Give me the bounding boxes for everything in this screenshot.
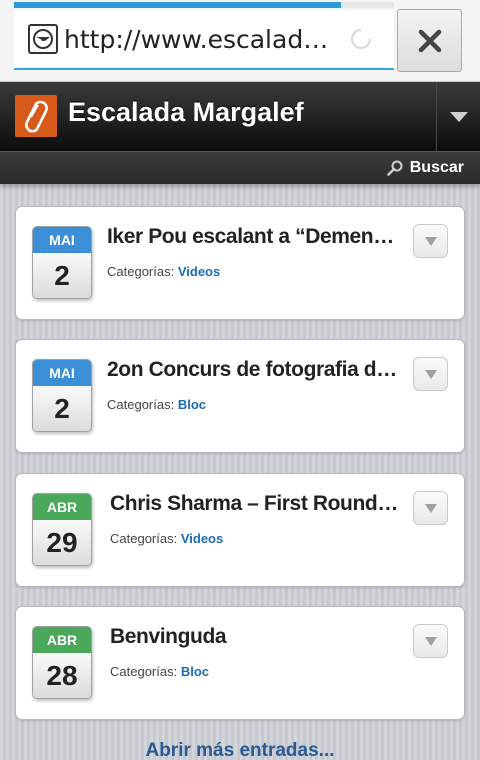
post-menu-button[interactable] — [413, 491, 448, 525]
post-card[interactable]: ABR 29 Chris Sharma – First Round Fi... … — [15, 473, 465, 587]
category-link[interactable]: Bloc — [178, 397, 206, 412]
search-button[interactable]: Buscar — [387, 157, 464, 179]
post-title[interactable]: Chris Sharma – First Round Fi... — [110, 492, 402, 516]
post-categories: Categorías: Videos — [110, 531, 223, 546]
chevron-down-icon — [424, 636, 437, 646]
search-icon — [387, 160, 403, 176]
category-label: Categorías: — [110, 664, 181, 679]
site-title[interactable]: Escalada Margalef — [68, 97, 304, 128]
category-link[interactable]: Bloc — [181, 664, 209, 679]
date-badge: ABR 28 — [32, 626, 92, 699]
date-day: 2 — [33, 386, 91, 431]
date-month: MAI — [33, 227, 91, 253]
url-text[interactable]: http://www.escalada... — [64, 25, 342, 54]
url-field[interactable]: http://www.escalada... — [14, 10, 394, 70]
chevron-down-icon — [424, 369, 437, 379]
search-label: Buscar — [409, 159, 464, 176]
page-load-progress-fill — [14, 2, 341, 8]
post-card[interactable]: ABR 28 Benvinguda Categorías: Bloc — [15, 606, 465, 720]
date-month: MAI — [33, 360, 91, 386]
chevron-down-icon — [424, 503, 437, 513]
category-link[interactable]: Videos — [181, 531, 223, 546]
post-categories: Categorías: Videos — [107, 264, 220, 279]
post-card[interactable]: MAI 2 2on Concurs de fotografia de ... C… — [15, 339, 465, 453]
carabiner-logo[interactable] — [15, 95, 57, 137]
loading-spinner-icon — [350, 28, 372, 50]
date-day: 29 — [33, 520, 91, 565]
browser-address-bar: http://www.escalada... — [0, 0, 480, 82]
chevron-down-icon — [424, 236, 437, 246]
site-menu-button[interactable] — [436, 82, 480, 151]
date-day: 28 — [33, 653, 91, 698]
post-menu-button[interactable] — [413, 224, 448, 258]
close-icon — [418, 29, 441, 52]
post-menu-button[interactable] — [413, 624, 448, 658]
category-label: Categorías: — [107, 264, 178, 279]
category-label: Categorías: — [107, 397, 178, 412]
chevron-down-icon — [449, 111, 468, 122]
date-month: ABR — [33, 494, 91, 520]
category-link[interactable]: Videos — [178, 264, 220, 279]
post-card[interactable]: MAI 2 Iker Pou escalant a “Demencia... C… — [15, 206, 465, 320]
post-title[interactable]: 2on Concurs de fotografia de ... — [107, 358, 399, 382]
search-bar: Buscar — [0, 151, 480, 184]
category-label: Categorías: — [110, 531, 181, 546]
post-title[interactable]: Iker Pou escalant a “Demencia... — [107, 225, 399, 249]
date-month: ABR — [33, 627, 91, 653]
load-more-link[interactable]: Abrir más entradas... — [0, 740, 480, 760]
post-title[interactable]: Benvinguda — [110, 625, 402, 649]
date-badge: ABR 29 — [32, 493, 92, 566]
post-categories: Categorías: Bloc — [107, 397, 206, 412]
post-categories: Categorías: Bloc — [110, 664, 209, 679]
date-badge: MAI 2 — [32, 226, 92, 299]
post-menu-button[interactable] — [413, 357, 448, 391]
date-day: 2 — [33, 253, 91, 298]
stop-loading-button[interactable] — [397, 9, 462, 72]
globe-icon — [28, 24, 58, 54]
date-badge: MAI 2 — [32, 359, 92, 432]
site-header: Escalada Margalef — [0, 82, 480, 151]
page-load-progress-bar — [14, 2, 394, 8]
